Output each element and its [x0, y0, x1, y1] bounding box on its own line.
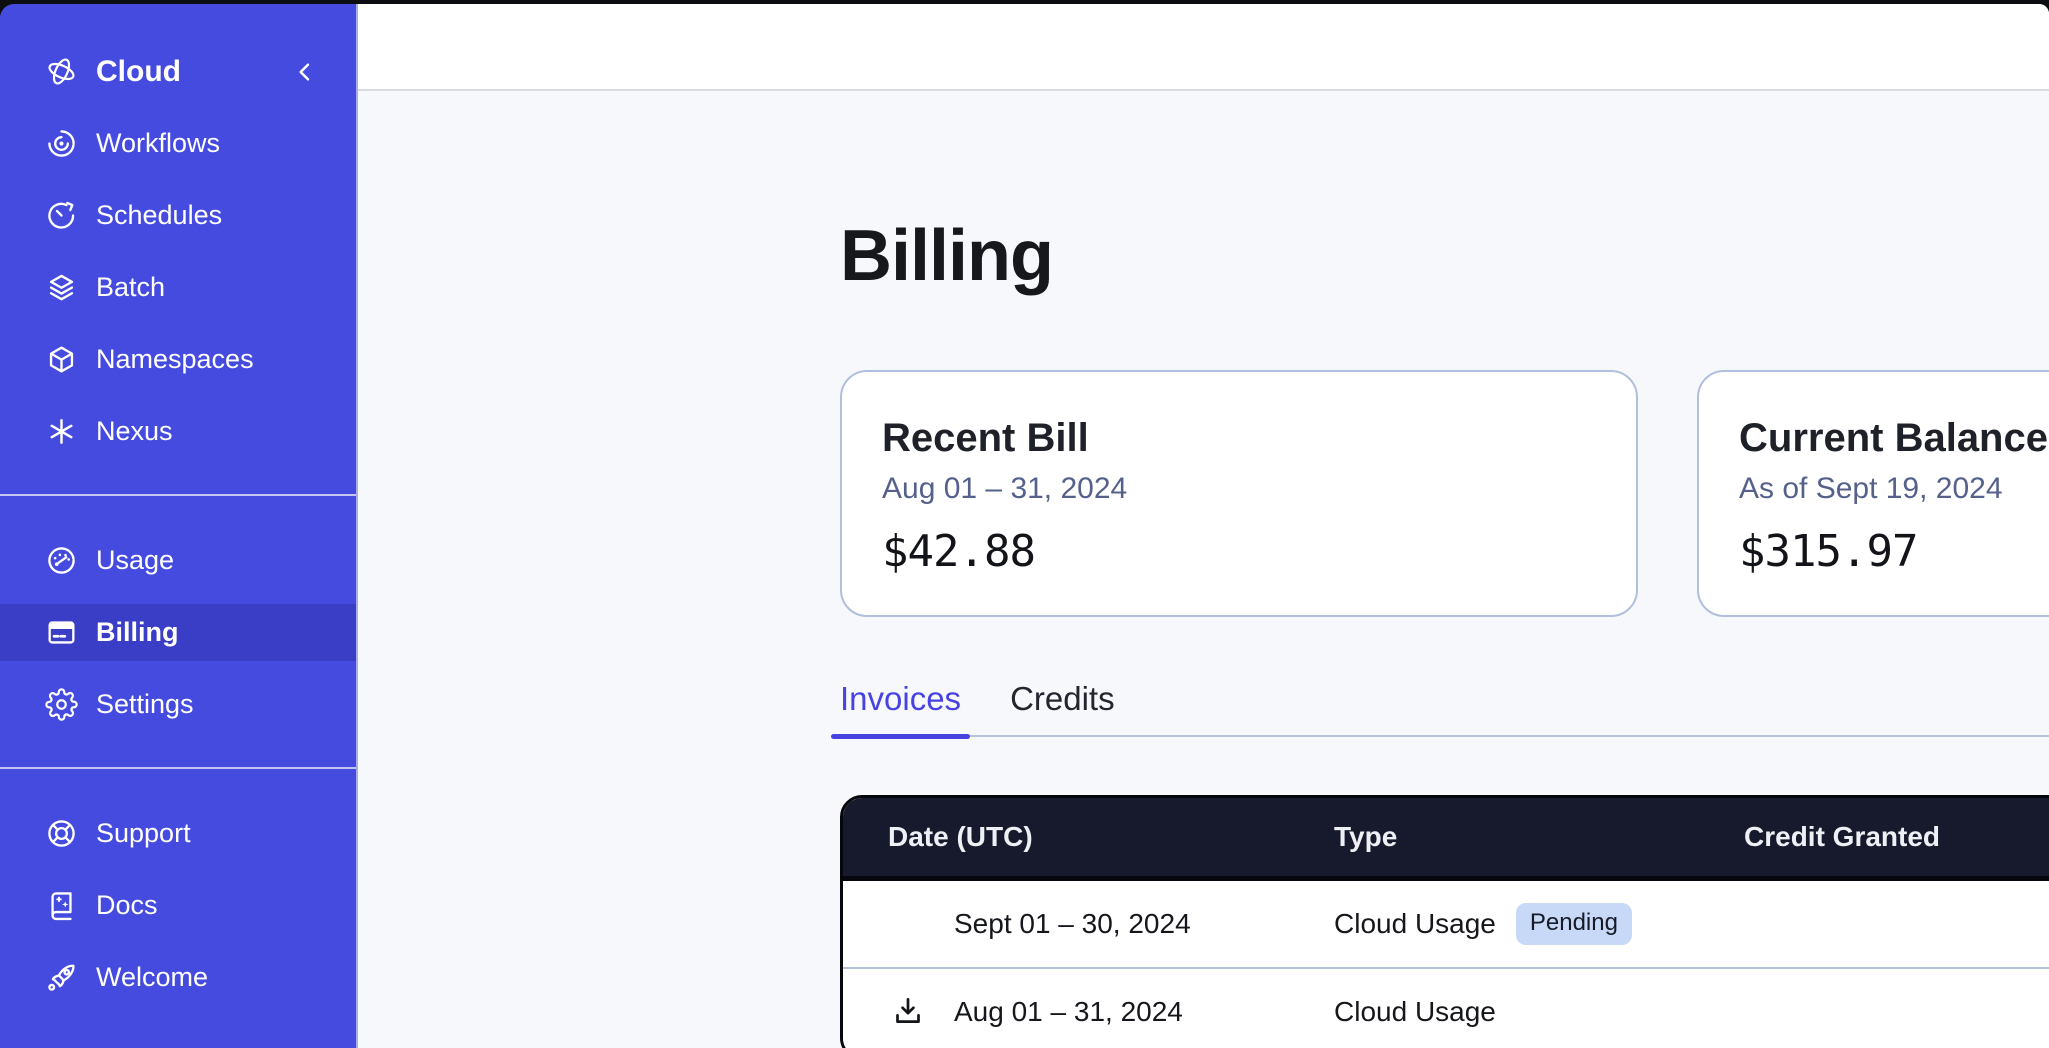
app-window: Cloud Workflows Schedules [0, 4, 2049, 1048]
topbar [358, 4, 2049, 91]
invoice-date: Sept 01 – 30, 2024 [954, 908, 1191, 940]
table-header: Date (UTC) Type Credit Granted [843, 798, 2049, 881]
recent-bill-card: Recent Bill Aug 01 – 31, 2024 $42.88 [840, 370, 1638, 617]
summary-cards: Recent Bill Aug 01 – 31, 2024 $42.88 Cur… [840, 370, 2049, 617]
nexus-icon [45, 415, 78, 448]
invoices-table: Date (UTC) Type Credit Granted Sept 01 –… [840, 795, 2049, 1048]
card-title: Recent Bill [882, 414, 1596, 462]
invoice-date-cell: Aug 01 – 31, 2024 [888, 992, 1334, 1032]
sidebar-divider [0, 767, 356, 769]
sidebar-item-billing[interactable]: Billing [0, 604, 356, 661]
sidebar-item-batch[interactable]: Batch [0, 259, 356, 316]
welcome-rocket-icon [45, 961, 78, 994]
sidebar-item-namespaces[interactable]: Namespaces [0, 331, 356, 388]
sidebar-divider [0, 494, 356, 496]
sidebar-item-support[interactable]: Support [0, 805, 356, 862]
billing-page: Billing Recent Bill Aug 01 – 31, 2024 $4… [358, 91, 2049, 1048]
sidebar-item-label: Billing [96, 617, 179, 648]
column-header-credit: Credit Granted [1744, 821, 2049, 853]
current-balance-card: Current Balance As of Sept 19, 2024 $315… [1697, 370, 2049, 617]
sidebar-brand[interactable]: Cloud [0, 43, 356, 100]
invoice-date-cell: Sept 01 – 30, 2024 [888, 904, 1334, 944]
card-subtitle: Aug 01 – 31, 2024 [882, 470, 1596, 508]
sidebar-item-label: Docs [96, 890, 158, 921]
settings-icon [45, 688, 78, 721]
card-title: Current Balance [1739, 414, 2049, 462]
tab-invoices[interactable]: Invoices [840, 679, 961, 735]
sidebar-item-label: Welcome [96, 962, 208, 993]
sidebar-item-workflows[interactable]: Workflows [0, 115, 356, 172]
main-area: Billing Recent Bill Aug 01 – 31, 2024 $4… [358, 4, 2049, 1048]
invoice-type-cell: Cloud Usage Pending [1334, 903, 1744, 945]
namespaces-icon [45, 343, 78, 376]
sidebar-item-label: Settings [96, 689, 194, 720]
invoice-type-cell: Cloud Usage [1334, 996, 1744, 1028]
batch-icon [45, 271, 78, 304]
sidebar-item-docs[interactable]: Docs [0, 877, 356, 934]
card-amount: $315.97 [1739, 526, 2049, 578]
sidebar-item-label: Namespaces [96, 344, 254, 375]
sidebar-item-schedules[interactable]: Schedules [0, 187, 356, 244]
tab-credits[interactable]: Credits [1010, 679, 1115, 735]
sidebar-item-usage[interactable]: Usage [0, 532, 356, 589]
table-row: Sept 01 – 30, 2024 Cloud Usage Pending [843, 881, 2049, 969]
billing-icon [45, 616, 78, 649]
download-slot-empty [888, 904, 928, 944]
support-icon [45, 817, 78, 850]
chevron-left-icon [292, 59, 318, 85]
docs-icon [45, 889, 78, 922]
status-badge: Pending [1516, 903, 1632, 945]
billing-tabs: Invoices Credits [840, 679, 2049, 737]
sidebar-item-label: Nexus [96, 416, 173, 447]
download-icon [890, 994, 926, 1030]
temporal-logo-icon [45, 55, 78, 88]
collapse-sidebar-button[interactable] [292, 59, 318, 85]
column-header-type: Type [1334, 821, 1744, 853]
brand-label: Cloud [96, 55, 181, 89]
download-invoice-button[interactable] [888, 992, 928, 1032]
sidebar-item-label: Workflows [96, 128, 220, 159]
page-title: Billing [840, 216, 2049, 296]
card-subtitle: As of Sept 19, 2024 [1739, 470, 2049, 508]
sidebar-item-welcome[interactable]: Welcome [0, 949, 356, 1006]
sidebar-item-label: Usage [96, 545, 174, 576]
column-header-date: Date (UTC) [888, 821, 1334, 853]
schedules-icon [45, 199, 78, 232]
sidebar-item-label: Schedules [96, 200, 222, 231]
sidebar-item-nexus[interactable]: Nexus [0, 403, 356, 460]
usage-icon [45, 544, 78, 577]
sidebar: Cloud Workflows Schedules [0, 4, 358, 1048]
card-amount: $42.88 [882, 526, 1596, 578]
workflows-icon [45, 127, 78, 160]
sidebar-item-label: Batch [96, 272, 165, 303]
invoice-date: Aug 01 – 31, 2024 [954, 996, 1183, 1028]
invoice-type: Cloud Usage [1334, 908, 1496, 940]
invoice-type: Cloud Usage [1334, 996, 1496, 1028]
sidebar-item-label: Support [96, 818, 191, 849]
sidebar-item-settings[interactable]: Settings [0, 676, 356, 733]
table-row: Aug 01 – 31, 2024 Cloud Usage [843, 969, 2049, 1048]
